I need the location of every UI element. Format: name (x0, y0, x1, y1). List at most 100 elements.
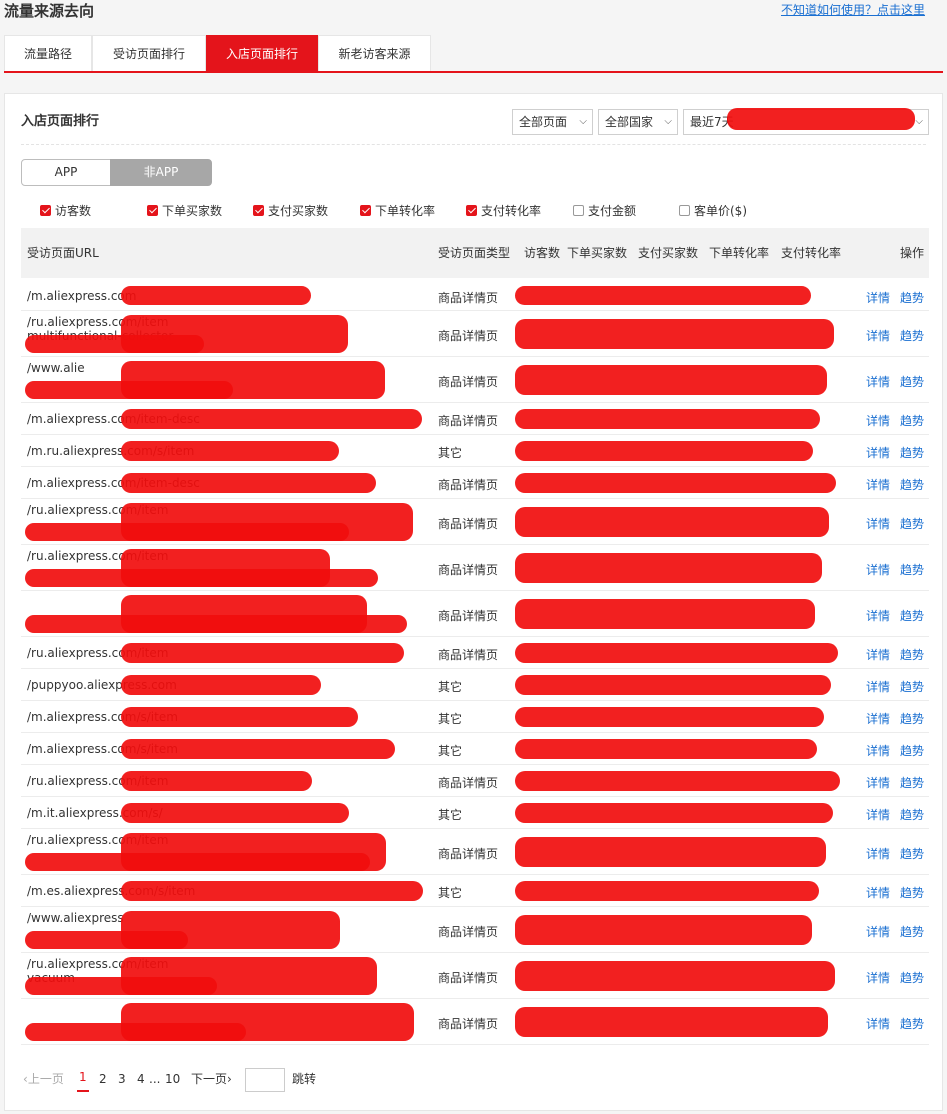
redaction-mark (515, 365, 827, 395)
table-row: /m.aliexpress.com/s/item 其它 详情 趋势 (21, 701, 929, 733)
detail-link[interactable]: 详情 (866, 476, 890, 493)
col-order-buyers[interactable]: 下单买家数 (567, 228, 627, 278)
trend-link[interactable]: 趋势 (900, 373, 924, 390)
col-order-rate[interactable]: 下单转化率 (709, 228, 769, 278)
redaction-mark (515, 739, 817, 759)
detail-link[interactable]: 详情 (866, 884, 890, 901)
detail-link[interactable]: 详情 (866, 373, 890, 390)
page-button-1[interactable]: 1 (77, 1064, 89, 1092)
tab-new-old-visitor-source[interactable]: 新老访客来源 (318, 35, 431, 71)
non-app-toggle-button[interactable]: 非APP (110, 159, 212, 186)
trend-link[interactable]: 趋势 (900, 444, 924, 461)
detail-link[interactable]: 详情 (866, 774, 890, 791)
table-row: /www.aliexpress 商品详情页 详情 趋势 (21, 907, 929, 953)
trend-link[interactable]: 趋势 (900, 774, 924, 791)
page-type-cell: 商品详情页 (438, 375, 499, 389)
metric-checkbox-pay-amount[interactable]: 支付金额 (573, 203, 636, 219)
detail-link[interactable]: 详情 (866, 327, 890, 344)
checkbox-checked-icon (466, 205, 477, 216)
col-visitors[interactable]: 访客数 (524, 228, 560, 278)
page-type-cell: 商品详情页 (438, 971, 499, 985)
next-page-label: 下一页 (191, 1072, 228, 1086)
detail-link[interactable]: 详情 (866, 742, 890, 759)
trend-link[interactable]: 趋势 (900, 412, 924, 429)
next-page-button[interactable]: 下一页› (191, 1064, 232, 1094)
chevron-right-icon: › (227, 1072, 232, 1086)
table-row: /m.ru.aliexpress.com/s/item 其它 详情 趋势 (21, 435, 929, 467)
page-type-cell: 其它 (438, 446, 463, 460)
detail-link[interactable]: 详情 (866, 1015, 890, 1032)
detail-link[interactable]: 详情 (866, 444, 890, 461)
metric-checkbox-pay-buyers[interactable]: 支付买家数 (253, 203, 328, 219)
detail-link[interactable]: 详情 (866, 515, 890, 532)
trend-link[interactable]: 趋势 (900, 806, 924, 823)
tab-visited-page-rank[interactable]: 受访页面排行 (92, 35, 206, 71)
detail-link[interactable]: 详情 (866, 289, 890, 306)
trend-link[interactable]: 趋势 (900, 646, 924, 663)
pagination: ‹上一页 1 2 3 4 ... 10 下一页› 跳转 (21, 1064, 421, 1094)
detail-link[interactable]: 详情 (866, 969, 890, 986)
trend-link[interactable]: 趋势 (900, 476, 924, 493)
detail-link[interactable]: 详情 (866, 607, 890, 624)
metric-checkbox-pay-rate[interactable]: 支付转化率 (466, 203, 541, 219)
metric-checkbox-order-rate[interactable]: 下单转化率 (360, 203, 435, 219)
redaction-mark (515, 286, 811, 305)
col-pay-rate[interactable]: 支付转化率 (781, 228, 841, 278)
jump-button[interactable]: 跳转 (292, 1064, 316, 1094)
col-pay-buyers[interactable]: 支付买家数 (638, 228, 698, 278)
table-row: /ru.aliexpress.com/itemvacuum商品详情页详情趋势 (21, 953, 929, 999)
redaction-mark (121, 286, 311, 305)
help-link[interactable]: 不知道如何使用？点击这里 (781, 1, 925, 18)
detail-link[interactable]: 详情 (866, 412, 890, 429)
page-type-cell: 商品详情页 (438, 847, 499, 861)
page-type-cell: 其它 (438, 680, 463, 694)
table-row: 商品详情页 详情 趋势 (21, 999, 929, 1045)
page-type-cell: 商品详情页 (438, 648, 499, 662)
metric-checkbox-avg-order[interactable]: 客单价($) (679, 203, 747, 219)
tab-traffic-path[interactable]: 流量路径 (4, 35, 92, 71)
redaction-mark (515, 675, 831, 695)
page-filter-select[interactable]: 全部页面 ⌵ (512, 109, 593, 135)
trend-link[interactable]: 趋势 (900, 742, 924, 759)
prev-page-button[interactable]: ‹上一页 (23, 1064, 64, 1094)
detail-link[interactable]: 详情 (866, 678, 890, 695)
page-ellipsis: ... (149, 1072, 161, 1086)
trend-link[interactable]: 趋势 (900, 845, 924, 862)
trend-link[interactable]: 趋势 (900, 561, 924, 578)
metric-checkbox-order-buyers[interactable]: 下单买家数 (147, 203, 222, 219)
detail-link[interactable]: 详情 (866, 561, 890, 578)
detail-link[interactable]: 详情 (866, 923, 890, 940)
trend-link[interactable]: 趋势 (900, 923, 924, 940)
page-button-2[interactable]: 2 (99, 1064, 107, 1094)
detail-link[interactable]: 详情 (866, 710, 890, 727)
metric-label: 下单转化率 (375, 204, 436, 218)
redaction-mark (25, 1023, 246, 1041)
redaction-mark (515, 599, 815, 629)
redaction-mark (515, 409, 820, 429)
app-toggle-button[interactable]: APP (21, 159, 111, 186)
detail-link[interactable]: 详情 (866, 845, 890, 862)
trend-link[interactable]: 趋势 (900, 969, 924, 986)
trend-link[interactable]: 趋势 (900, 327, 924, 344)
metric-checkbox-visitors[interactable]: 访客数 (40, 203, 91, 219)
redaction-mark (25, 381, 233, 399)
trend-link[interactable]: 趋势 (900, 289, 924, 306)
redaction-mark (25, 335, 204, 353)
table-row: /m.aliexpress.com/s/item 其它 详情 趋势 (21, 733, 929, 765)
trend-link[interactable]: 趋势 (900, 710, 924, 727)
detail-link[interactable]: 详情 (866, 646, 890, 663)
trend-link[interactable]: 趋势 (900, 884, 924, 901)
country-filter-select[interactable]: 全部国家 ⌵ (598, 109, 678, 135)
trend-link[interactable]: 趋势 (900, 1015, 924, 1032)
page-button-10[interactable]: 10 (165, 1064, 180, 1094)
tab-entry-page-rank[interactable]: 入店页面排行 (206, 35, 318, 71)
checkbox-checked-icon (253, 205, 264, 216)
trend-link[interactable]: 趋势 (900, 678, 924, 695)
trend-link[interactable]: 趋势 (900, 515, 924, 532)
page-type-cell: 商品详情页 (438, 563, 499, 577)
jump-page-input[interactable] (245, 1068, 285, 1092)
detail-link[interactable]: 详情 (866, 806, 890, 823)
page-button-4[interactable]: 4 (137, 1064, 145, 1094)
page-button-3[interactable]: 3 (118, 1064, 126, 1094)
trend-link[interactable]: 趋势 (900, 607, 924, 624)
